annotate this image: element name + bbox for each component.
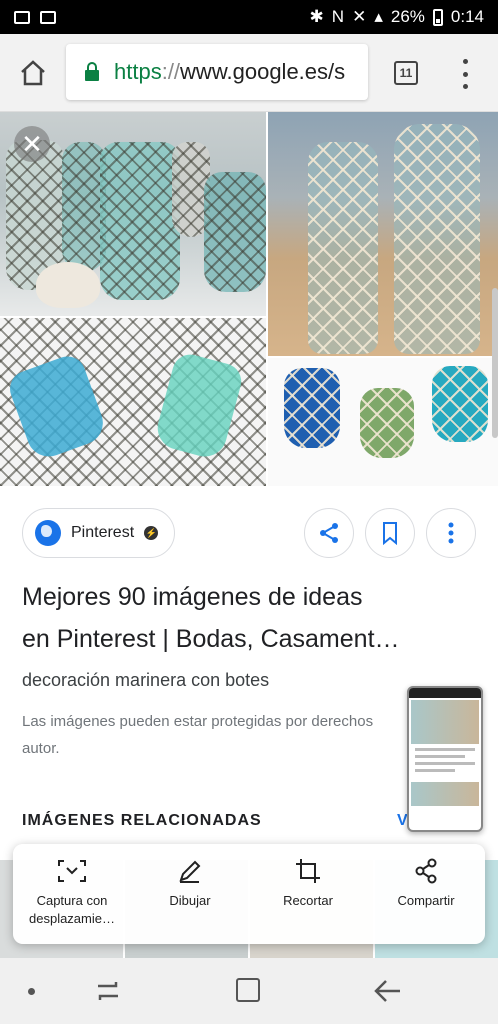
scroll-capture-label: Captura con desplazamie… xyxy=(29,893,115,926)
url-separator: :// xyxy=(161,59,181,84)
result-title-line2: en Pinterest | Bodas, Casament… xyxy=(22,625,400,653)
amp-icon: ⚡ xyxy=(144,526,159,540)
source-chip[interactable]: Pinterest ⚡ xyxy=(22,508,175,558)
copyright-notice: Las imágenes pueden estar protegidas por… xyxy=(22,708,422,762)
image-jars-on-net xyxy=(0,318,266,486)
scroll-capture-button[interactable]: Captura con desplazamie… xyxy=(13,844,131,944)
battery-icon xyxy=(432,8,443,26)
screenshot-preview[interactable] xyxy=(407,686,483,832)
url-scheme: https xyxy=(114,59,162,84)
share-capture-button[interactable]: Compartir xyxy=(367,844,485,944)
bluetooth-icon: ✱ xyxy=(309,7,324,26)
gallery-notification-icon xyxy=(14,10,30,24)
nav-dot-indicator[interactable] xyxy=(28,988,35,995)
home-nav-button[interactable] xyxy=(236,978,260,1002)
action-row: Pinterest ⚡ xyxy=(0,508,498,558)
address-bar[interactable]: https://www.google.es/s xyxy=(66,44,368,100)
home-icon xyxy=(21,60,45,86)
related-images-header: IMÁGENES RELACIONADAS xyxy=(22,812,262,829)
more-vert-icon xyxy=(448,522,454,544)
url-host: www.google.es/s xyxy=(180,59,346,84)
overflow-menu-button[interactable] xyxy=(458,59,472,89)
result-title[interactable]: Mejores 90 imágenes de ideas en Pinteres… xyxy=(22,576,472,660)
result-title-line1: Mejores 90 imágenes de ideas xyxy=(22,583,363,611)
share-icon xyxy=(415,858,437,884)
draw-label: Dibujar xyxy=(169,893,211,908)
battery-percent: 26% xyxy=(390,7,425,26)
clock: 0:14 xyxy=(450,7,484,26)
tab-switcher-button[interactable]: 11 xyxy=(394,61,418,85)
bookmark-icon xyxy=(383,522,397,545)
crop-label: Recortar xyxy=(283,893,333,908)
scrollbar-thumb[interactable] xyxy=(492,288,498,438)
crop-icon xyxy=(296,859,320,883)
copyright-line2: autor. xyxy=(22,740,60,757)
image-colored-jars xyxy=(268,358,498,486)
system-nav-bar xyxy=(0,958,498,1024)
lock-icon xyxy=(85,62,99,81)
recent-apps-icon[interactable] xyxy=(94,978,122,1004)
more-options-button[interactable] xyxy=(426,508,476,558)
status-bar: ✱ N ✕ ▴ 26% 0:14 xyxy=(0,0,498,34)
copyright-line1: Las imágenes pueden estar protegidas por… xyxy=(22,713,374,730)
pen-icon xyxy=(179,860,201,883)
save-button[interactable] xyxy=(365,508,415,558)
close-icon[interactable]: ✕ xyxy=(14,126,50,162)
nfc-icon: N xyxy=(331,7,345,26)
share-icon xyxy=(320,523,338,543)
crop-button[interactable]: Recortar xyxy=(249,844,367,944)
draw-button[interactable]: Dibujar xyxy=(131,844,249,944)
back-arrow-icon[interactable] xyxy=(372,976,404,1006)
mute-icon: ✕ xyxy=(352,7,367,26)
result-image[interactable]: ✕ xyxy=(0,112,498,486)
share-label: Compartir xyxy=(397,893,455,908)
home-button[interactable] xyxy=(16,56,50,90)
browser-toolbar: https://www.google.es/s 11 xyxy=(0,34,498,112)
screenshot-capture-toolbar: Captura con desplazamie… Dibujar Recorta… xyxy=(13,844,485,944)
share-button[interactable] xyxy=(304,508,354,558)
app-notification-icon xyxy=(40,10,56,24)
globe-icon xyxy=(35,520,61,546)
image-bottles-with-nets xyxy=(268,112,498,356)
signal-icon: ▴ xyxy=(374,7,383,26)
source-name: Pinterest xyxy=(71,524,135,541)
result-subtitle: decoración marinera con botes xyxy=(22,670,270,690)
scroll-capture-icon xyxy=(58,860,86,882)
